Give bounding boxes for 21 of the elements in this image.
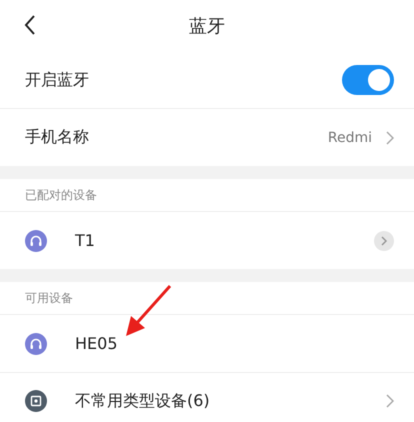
setting-label: 手机名称 xyxy=(25,127,90,148)
setting-label: 开启蓝牙 xyxy=(25,70,90,90)
device-item[interactable]: HE05 xyxy=(0,315,414,372)
chevron-icon[interactable] xyxy=(374,230,394,250)
chevron-icon xyxy=(386,130,394,144)
device-item[interactable]: T1 xyxy=(0,212,414,269)
device-name: T1 xyxy=(75,231,96,250)
page-title: 蓝牙 xyxy=(189,15,225,38)
section-title: 可用设备 xyxy=(25,290,73,306)
chevron-icon xyxy=(386,394,394,408)
setting-value: Redmi xyxy=(328,130,372,146)
device-item[interactable]: 不常用类型设备(6) xyxy=(0,372,414,422)
headphones-icon xyxy=(25,230,47,252)
arrow-annotation xyxy=(126,285,172,336)
back-icon[interactable] xyxy=(24,15,36,35)
device-name: 不常用类型设备(6) xyxy=(75,390,211,412)
section-title: 已配对的设备 xyxy=(25,186,97,204)
toggle-switch[interactable] xyxy=(342,65,394,95)
headphones-icon xyxy=(25,332,47,354)
device-name: HE05 xyxy=(75,334,118,353)
device-icon xyxy=(25,390,47,412)
